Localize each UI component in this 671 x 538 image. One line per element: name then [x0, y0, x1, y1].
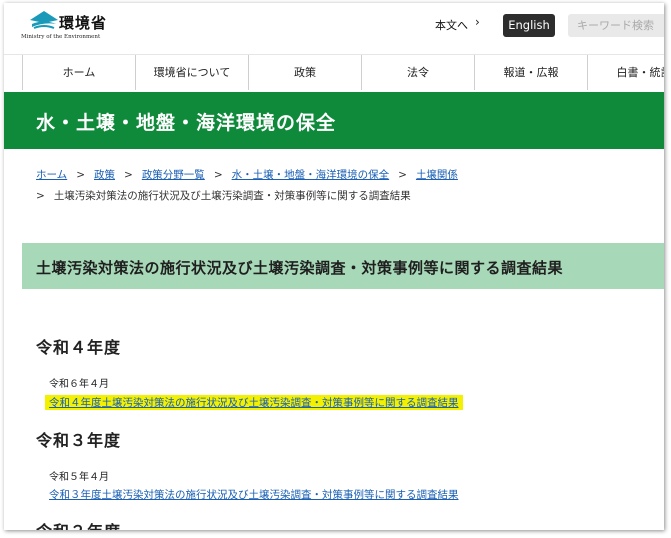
- browser-viewport: 環境省 Ministry of the Environment 本文へ › En…: [4, 3, 664, 530]
- banner-title: 水・土壌・地盤・海洋環境の保全: [36, 112, 337, 134]
- breadcrumb-current-label: 土壌汚染対策法の施行状況及び土壌汚染調査・対策事例等に関する調査結果: [53, 190, 411, 202]
- skip-to-content-link[interactable]: 本文へ: [435, 17, 468, 33]
- logo-subtitle: Ministry of the Environment: [21, 34, 101, 40]
- breadcrumb-link-policy-list[interactable]: 政策分野一覧: [142, 169, 205, 181]
- breadcrumb-link-soil[interactable]: 土壌関係: [416, 169, 458, 181]
- section-date-r3: 令和５年４月: [49, 472, 109, 483]
- nav-item-law[interactable]: 法令: [361, 55, 474, 90]
- logo-text: 環境省: [59, 14, 108, 32]
- breadcrumb-link-home[interactable]: ホーム: [36, 169, 67, 181]
- nav-item-press[interactable]: 報道・広報: [474, 55, 587, 90]
- breadcrumb-separator: >: [213, 169, 223, 181]
- breadcrumb: ホーム > 政策 > 政策分野一覧 > 水・土壌・地盤・海洋環境の保全 > 土壌関係: [36, 167, 458, 182]
- breadcrumb-separator: >: [398, 169, 407, 181]
- page-title-box: 土壌汚染対策法の施行状況及び土壌汚染調査・対策事例等に関する調査結果: [22, 243, 664, 289]
- site-header: 環境省 Ministry of the Environment 本文へ › En…: [4, 3, 664, 53]
- search-input[interactable]: キーワード検索: [568, 14, 664, 37]
- moe-logo-icon: [30, 11, 58, 29]
- breadcrumb-current: > 土壌汚染対策法の施行状況及び土壌汚染調査・対策事例等に関する調査結果: [36, 188, 411, 203]
- section-heading-r2: 令和２年度: [36, 518, 121, 530]
- nav-item-about[interactable]: 環境省について: [135, 55, 248, 90]
- category-banner: 水・土壌・地盤・海洋環境の保全: [4, 92, 664, 149]
- breadcrumb-link-policy[interactable]: 政策: [94, 169, 115, 181]
- english-button[interactable]: English: [503, 14, 555, 37]
- breadcrumb-link-water-soil[interactable]: 水・土壌・地盤・海洋環境の保全: [232, 169, 390, 181]
- nav-item-policy[interactable]: 政策: [248, 55, 361, 90]
- section-heading-r3: 令和３年度: [36, 431, 122, 450]
- global-nav: ホーム 環境省について 政策 法令 報道・広報 白書・統計: [4, 54, 664, 90]
- section-date-r4: 令和６年４月: [49, 379, 109, 390]
- report-link-r3[interactable]: 令和３年度土壌汚染対策法の施行状況及び土壌汚染調査・対策事例等に関する調査結果: [45, 487, 463, 502]
- breadcrumb-separator: >: [36, 190, 45, 202]
- nav-item-whitepaper[interactable]: 白書・統計: [587, 55, 664, 90]
- page-title: 土壌汚染対策法の施行状況及び土壌汚染調査・対策事例等に関する調査結果: [36, 259, 564, 277]
- breadcrumb-separator: >: [76, 169, 85, 181]
- breadcrumb-separator: >: [124, 169, 133, 181]
- nav-item-home[interactable]: ホーム: [22, 55, 135, 90]
- section-heading-r4: 令和４年度: [36, 338, 122, 357]
- report-link-r4[interactable]: 令和４年度土壌汚染対策法の施行状況及び土壌汚染調査・対策事例等に関する調査結果: [45, 395, 463, 410]
- chevron-right-icon: ›: [475, 15, 480, 29]
- site-logo[interactable]: 環境省 Ministry of the Environment: [21, 9, 111, 43]
